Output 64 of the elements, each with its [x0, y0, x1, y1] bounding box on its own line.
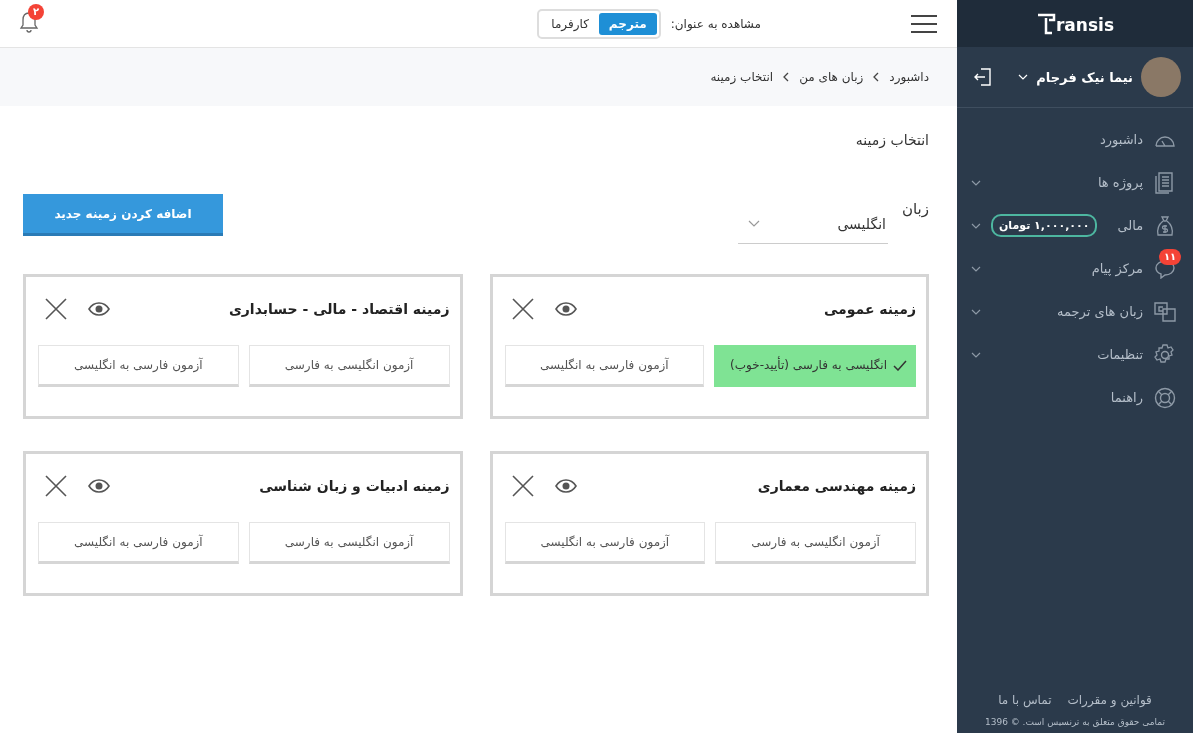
breadcrumb-link[interactable]: زبان های من	[799, 70, 864, 84]
balance-badge: ۱,۰۰۰,۰۰۰ تومان	[990, 214, 1098, 237]
logo[interactable]: ransis	[1036, 12, 1114, 35]
money-bag-icon	[1155, 214, 1176, 237]
notification-badge: ۲	[28, 4, 45, 20]
page-title: انتخاب زمینه	[854, 132, 929, 148]
view-as-label: مشاهده به عنوان:	[670, 16, 761, 31]
close-icon[interactable]	[44, 474, 68, 498]
footer-link[interactable]: قوانین و مقررات	[1067, 693, 1152, 707]
close-icon[interactable]	[44, 297, 68, 321]
card-title: زمینه مهندسی معماری	[757, 478, 916, 494]
nav-label: زبان های ترجمه	[1057, 304, 1143, 319]
nav-label: راهنما	[1110, 390, 1143, 405]
nav-item[interactable]: داشبورد	[957, 118, 1193, 161]
bell-icon[interactable]	[18, 10, 40, 34]
eye-icon[interactable]	[554, 479, 577, 493]
passed-test-button[interactable]: انگلیسی به فارسی (تأیید-خوب)	[714, 345, 916, 387]
nav-item[interactable]: ۱۱ مرکز پیام	[957, 247, 1193, 290]
take-test-button[interactable]: آزمون فارسی به انگلیسی	[504, 345, 705, 387]
copyright-text: تمامی حقوق متعلق به ترنسیس است. © 1396	[983, 717, 1167, 727]
close-icon[interactable]	[510, 474, 535, 498]
language-select[interactable]: انگلیسی	[738, 204, 888, 244]
take-test-button[interactable]: آزمون فارسی به انگلیسی	[504, 522, 706, 564]
nav-item[interactable]: زبان های ترجمه	[957, 290, 1193, 333]
logo-t-icon	[1036, 12, 1056, 35]
nav-label: داشبورد	[1100, 132, 1143, 147]
chevron-left-icon	[783, 72, 790, 82]
check-icon	[893, 359, 907, 371]
card-title: زمینه ادبیات و زبان شناسی	[259, 478, 450, 494]
eye-icon[interactable]	[88, 479, 110, 493]
logout-icon[interactable]	[973, 67, 993, 87]
nav-label: مالی	[1117, 218, 1144, 233]
language-label: زبان	[902, 200, 929, 218]
translate-icon	[1154, 301, 1176, 322]
nav-label: مرکز پیام	[1091, 261, 1143, 276]
take-test-button[interactable]: آزمون انگلیسی به فارسی	[248, 345, 450, 387]
nav-item[interactable]: پروژه ها	[957, 161, 1193, 204]
close-icon[interactable]	[510, 297, 535, 321]
take-test-button[interactable]: آزمون فارسی به انگلیسی	[38, 522, 239, 564]
document-icon	[1155, 171, 1175, 194]
eye-icon[interactable]	[554, 302, 577, 316]
menu-icon[interactable]	[911, 14, 937, 33]
nav-item[interactable]: تنظیمات	[957, 333, 1193, 376]
nav-item[interactable]: مالی ۱,۰۰۰,۰۰۰ تومان	[957, 204, 1193, 247]
user-avatar[interactable]	[1141, 57, 1181, 97]
take-test-button[interactable]: آزمون انگلیسی به فارسی	[715, 522, 916, 564]
eye-icon[interactable]	[88, 302, 110, 316]
lifebuoy-icon	[1154, 386, 1176, 409]
settings-icon	[1154, 343, 1176, 366]
chevron-left-icon	[873, 72, 880, 82]
message-count-badge: ۱۱	[1159, 248, 1182, 265]
breadcrumb-link[interactable]: داشبورد	[889, 70, 929, 84]
take-test-button[interactable]: آزمون انگلیسی به فارسی	[248, 522, 450, 564]
user-name[interactable]: نیما نیک فرجام	[1036, 69, 1133, 85]
breadcrumb-link[interactable]: انتخاب زمینه	[710, 70, 774, 84]
card-title: زمینه عمومی	[823, 301, 916, 317]
nav-label: تنظیمات	[1097, 347, 1143, 362]
nav-label: پروژه ها	[1097, 175, 1143, 190]
take-test-button[interactable]: آزمون فارسی به انگلیسی	[38, 345, 239, 387]
card-title: زمینه اقتصاد - مالی - حسابداری	[228, 301, 450, 317]
role-option[interactable]: مترجم	[598, 12, 657, 35]
nav-item[interactable]: راهنما	[957, 376, 1193, 419]
footer-link[interactable]: تماس با ما	[998, 693, 1052, 707]
chevron-down-icon	[748, 220, 760, 227]
